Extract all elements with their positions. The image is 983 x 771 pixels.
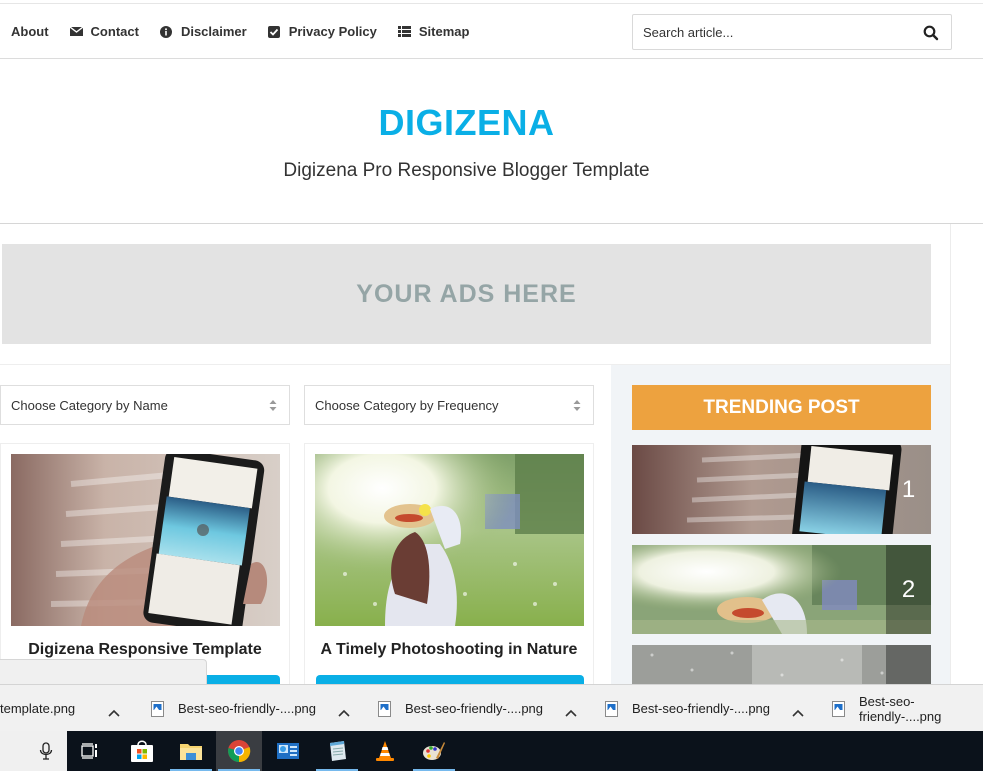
notepad-icon[interactable]	[314, 731, 360, 771]
download-item[interactable]: Best-seo-friendly-....png	[378, 685, 577, 732]
trending-heading: TRENDING POST	[703, 396, 860, 418]
download-filename: Best-seo-friendly-....png	[632, 701, 771, 716]
user-icon	[0, 25, 1, 38]
trending-item[interactable]	[632, 645, 931, 685]
sort-arrows-icon	[573, 399, 581, 412]
download-bar: template.png Best-seo-friendly-....png B…	[0, 684, 983, 731]
download-filename: Best-seo-friendly-....png	[178, 701, 317, 716]
nav-item-label: Privacy Policy	[288, 24, 377, 39]
paint-icon[interactable]	[411, 731, 457, 771]
top-nav: About Contact Disclaimer Privacy Policy	[0, 4, 983, 59]
search-icon[interactable]	[923, 25, 939, 41]
trending-rank: 2	[886, 545, 931, 634]
nav-item-contact[interactable]: Contact	[69, 24, 139, 39]
search-area[interactable]	[0, 731, 67, 771]
nav-item-label: Contact	[90, 24, 139, 39]
search-input[interactable]	[633, 15, 913, 49]
store-icon[interactable]	[119, 731, 165, 771]
image-file-icon	[151, 700, 164, 717]
nav-item-label: Disclaimer	[180, 24, 247, 39]
chevron-up-icon[interactable]	[565, 705, 577, 717]
image-file-icon	[378, 700, 391, 717]
file-explorer-icon[interactable]	[168, 731, 214, 771]
column-divider	[950, 224, 951, 684]
download-filename: template.png	[0, 701, 76, 716]
chrome-icon[interactable]	[216, 731, 262, 771]
browser-page: About Contact Disclaimer Privacy Policy	[0, 0, 983, 771]
chevron-up-icon[interactable]	[108, 705, 120, 717]
envelope-icon	[69, 25, 83, 38]
list-icon	[397, 25, 411, 38]
nav-item-about[interactable]: About	[0, 24, 49, 39]
trending-rank: 1	[901, 475, 916, 503]
control-panel-icon[interactable]	[265, 731, 311, 771]
windows-taskbar	[0, 731, 983, 771]
download-item[interactable]: Best-seo-friendly-....png	[605, 685, 804, 732]
ad-banner[interactable]: YOUR ADS HERE	[2, 244, 931, 344]
vlc-icon[interactable]	[362, 731, 408, 771]
download-item[interactable]: Best-seo-friendly-....png	[151, 685, 350, 732]
category-by-frequency-select[interactable]: Choose Category by Frequency	[304, 385, 594, 425]
image-file-icon	[605, 700, 618, 717]
trending-header: TRENDING POST	[632, 385, 931, 430]
select-value: Choose Category by Name	[11, 397, 168, 413]
sort-arrows-icon	[269, 399, 277, 412]
post-title[interactable]: Digizena Responsive Template	[1, 641, 289, 659]
nav-item-label: Sitemap	[418, 24, 470, 39]
download-filename: Best-seo-friendly-....png	[405, 701, 544, 716]
select-value: Choose Category by Frequency	[315, 397, 499, 413]
site-logo[interactable]: DIGIZENA	[0, 102, 933, 144]
trending-item[interactable]: 2	[632, 545, 931, 634]
task-view-icon[interactable]	[67, 731, 113, 771]
nav-item-label: About	[11, 24, 49, 39]
post-title[interactable]: A Timely Photoshooting in Nature	[305, 641, 593, 659]
nav-item-disclaimer[interactable]: Disclaimer	[160, 24, 247, 39]
nav-item-privacy-policy[interactable]: Privacy Policy	[268, 24, 377, 39]
microphone-icon[interactable]	[39, 742, 53, 765]
post-card: Digizena Responsive Template	[0, 443, 290, 689]
chevron-up-icon[interactable]	[792, 705, 804, 717]
site-tagline: Digizena Pro Responsive Blogger Template	[283, 160, 650, 181]
post-thumbnail-meadow[interactable]	[315, 454, 584, 626]
category-by-name-select[interactable]: Choose Category by Name	[0, 385, 290, 425]
download-item[interactable]: Best-seo-friendly-....png	[832, 685, 983, 732]
nav-menu: About Contact Disclaimer Privacy Policy	[0, 4, 490, 59]
post-card: A Timely Photoshooting in Nature	[304, 443, 594, 689]
download-filename: Best-seo-friendly-....png	[859, 693, 942, 724]
post-thumbnail-phone[interactable]	[11, 454, 280, 626]
trending-rank	[886, 645, 931, 685]
image-file-icon	[832, 700, 845, 717]
ad-text: YOUR ADS HERE	[356, 279, 577, 308]
chevron-up-icon[interactable]	[338, 705, 350, 717]
site-header: DIGIZENA Digizena Pro Responsive Blogger…	[0, 60, 983, 224]
info-circle-icon	[160, 25, 173, 38]
check-square-icon	[268, 25, 281, 38]
trending-item[interactable]: 1	[632, 445, 931, 534]
search-box	[632, 14, 952, 50]
nav-item-sitemap[interactable]: Sitemap	[397, 24, 470, 39]
download-item[interactable]: template.png	[0, 685, 120, 732]
